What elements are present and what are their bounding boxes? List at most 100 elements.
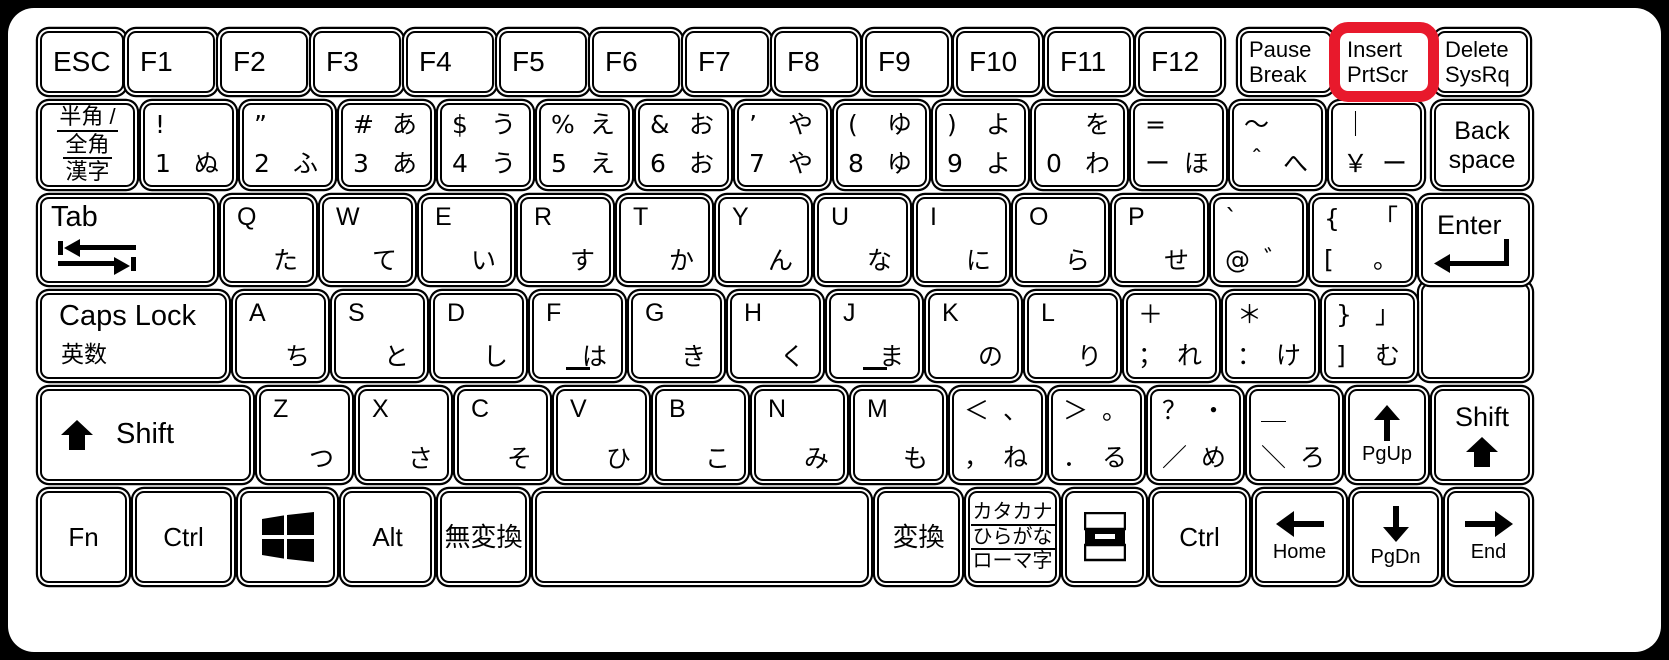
key-key-t[interactable]: Tか (619, 197, 710, 283)
key-henkan[interactable]: 変換 (877, 491, 960, 583)
key-f4[interactable]: F4 (406, 31, 494, 93)
key-minus[interactable]: = ーほ (1133, 103, 1224, 187)
key-digit-5[interactable]: % え 5 え (539, 103, 630, 187)
key-key-o[interactable]: Oら (1015, 197, 1106, 283)
key-digit-9[interactable]: ) よ 9 よ (935, 103, 1026, 187)
key-space[interactable] (535, 491, 869, 583)
key-key-s[interactable]: Sと (334, 293, 425, 379)
legend-letter: Q (237, 203, 257, 231)
key-f6[interactable]: F6 (592, 31, 680, 93)
key-key-r[interactable]: Rす (520, 197, 611, 283)
key-f7[interactable]: F7 (685, 31, 769, 93)
key-key-c[interactable]: Cそ (457, 389, 548, 481)
key-f8[interactable]: F8 (774, 31, 858, 93)
key-key-i[interactable]: Iに (916, 197, 1007, 283)
legend-lower-left: ＾ (1244, 149, 1270, 178)
key-caret[interactable]: ～ ＾ へ (1232, 103, 1323, 187)
key-key-v[interactable]: Vひ (556, 389, 647, 481)
key-colon[interactable]: ＊ ： け (1225, 293, 1316, 379)
key-menu[interactable] (1065, 491, 1144, 583)
key-key-b[interactable]: Bこ (655, 389, 746, 481)
key-label: カタカナ ひらがな ローマ字 (970, 493, 1055, 581)
key-left-home[interactable]: Home (1255, 491, 1344, 583)
key-insert-prtscr[interactable]: Insert PrtScr (1338, 31, 1430, 93)
key-key-m[interactable]: Mも (853, 389, 944, 481)
key-windows[interactable] (240, 491, 335, 583)
key-alt[interactable]: Alt (343, 491, 432, 583)
legend-lower-right: ゆ (886, 149, 912, 178)
key-key-w[interactable]: Wて (322, 197, 413, 283)
key-f1[interactable]: F1 (127, 31, 215, 93)
key-f11[interactable]: F11 (1047, 31, 1131, 93)
key-digit-1[interactable]: ! 1 ぬ (143, 103, 234, 187)
key-digit-0[interactable]: を0わ (1034, 103, 1125, 187)
key-enter[interactable]: Enter (1421, 197, 1530, 283)
key-key-u[interactable]: Uな (817, 197, 908, 283)
key-hankaku-zenkaku[interactable]: 半角 / 全角 漢字 (40, 103, 135, 187)
key-tab[interactable]: Tab (40, 197, 215, 283)
key-digit-7[interactable]: ’ や 7 や (737, 103, 828, 187)
key-digit-8[interactable]: (ゆ 8 ゆ (836, 103, 927, 187)
key-key-k[interactable]: Kの (928, 293, 1019, 379)
key-key-e[interactable]: Eい (421, 197, 512, 283)
legend-letter: O (1029, 203, 1049, 231)
key-up-pgup[interactable]: PgUp (1348, 389, 1426, 481)
key-bracket-right[interactable]: } 」] む (1324, 293, 1415, 379)
key-digit-3[interactable]: # あ 3 あ (341, 103, 432, 187)
key-f10[interactable]: F10 (956, 31, 1040, 93)
key-period[interactable]: ＞ 。 ． る (1051, 389, 1142, 481)
key-f5[interactable]: F5 (499, 31, 587, 93)
key-muhenkan[interactable]: 無変換 (440, 491, 527, 583)
key-f2[interactable]: F2 (220, 31, 308, 93)
key-backspace[interactable]: Back space (1434, 103, 1530, 187)
key-key-p[interactable]: Pせ (1114, 197, 1205, 283)
legend-lower-right: れ (1176, 341, 1202, 370)
legend-lower-left: @ (1225, 245, 1250, 274)
key-key-y[interactable]: Yん (718, 197, 809, 283)
key-esc[interactable]: ESC (40, 31, 124, 93)
key-digit-4[interactable]: $ う 4 う (440, 103, 531, 187)
key-label: F3 (326, 45, 359, 77)
homing-bar (565, 367, 590, 370)
key-ctrl-left[interactable]: Ctrl (135, 491, 232, 583)
key-key-g[interactable]: Gき (631, 293, 722, 379)
key-key-n[interactable]: Nみ (754, 389, 845, 481)
key-key-j[interactable]: Jま (829, 293, 920, 379)
key-key-f[interactable]: Fは (532, 293, 623, 379)
key-katakana-hiragana[interactable]: カタカナ ひらがな ローマ字 (968, 491, 1057, 583)
key-key-x[interactable]: Xさ (358, 389, 449, 481)
key-key-h[interactable]: Hく (730, 293, 821, 379)
key-delete-sysrq[interactable]: Delete SysRq (1436, 31, 1528, 93)
legend-lower-right: む (1374, 341, 1400, 370)
legend-letter: A (249, 299, 266, 327)
key-at[interactable]: ` @ ゛ (1213, 197, 1304, 283)
key-key-l[interactable]: Lり (1027, 293, 1118, 379)
key-right-end[interactable]: End (1447, 491, 1530, 583)
key-semicolon[interactable]: ＋ ； れ (1126, 293, 1217, 379)
key-bracket-left[interactable]: {「 [。 (1312, 197, 1413, 283)
key-yen[interactable]: ｜ ￥ ー (1331, 103, 1422, 187)
key-digit-2[interactable]: ” 2 ふ (242, 103, 333, 187)
key-pause-break[interactable]: Pause Break (1240, 31, 1332, 93)
key-key-d[interactable]: Dし (433, 293, 524, 379)
key-backslash[interactable]: ＿ ＼ ろ (1249, 389, 1340, 481)
key-slash[interactable]: ？ ・ ／ め (1150, 389, 1241, 481)
key-fn[interactable]: Fn (40, 491, 127, 583)
key-f3[interactable]: F3 (313, 31, 401, 93)
key-digit-6[interactable]: & お 6 お (638, 103, 729, 187)
legend-letter: P (1128, 203, 1145, 231)
key-f9[interactable]: F9 (865, 31, 949, 93)
key-shift-left[interactable]: Shift (40, 389, 251, 481)
key-f12[interactable]: F12 (1138, 31, 1222, 93)
key-ctrl-right[interactable]: Ctrl (1152, 491, 1247, 583)
key-comma[interactable]: ＜ 、 ， ね (952, 389, 1043, 481)
key-down-pgdn[interactable]: PgDn (1352, 491, 1439, 583)
legend-upper-left: ＊ (1237, 300, 1263, 329)
key-key-z[interactable]: Zつ (259, 389, 350, 481)
key-enter-tail[interactable] (1421, 283, 1530, 379)
key-key-q[interactable]: Qた (223, 197, 314, 283)
key-shift-right[interactable]: Shift (1434, 389, 1530, 481)
legend-kana: ひ (605, 444, 631, 473)
key-caps-lock[interactable]: Caps Lock 英数 (40, 293, 227, 379)
key-key-a[interactable]: Aち (235, 293, 326, 379)
